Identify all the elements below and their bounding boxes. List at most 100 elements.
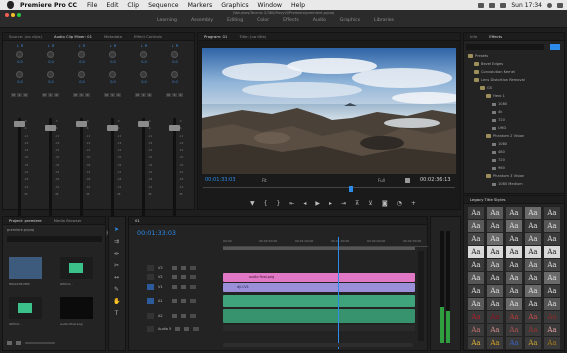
title-style-swatch[interactable]: Aa bbox=[525, 298, 541, 310]
solo-button[interactable]: S bbox=[172, 93, 177, 97]
project-thumbnail-black[interactable] bbox=[60, 297, 93, 319]
sync-lock-icon[interactable] bbox=[181, 314, 186, 318]
timeline-clip-video[interactable]: dji.CV1 bbox=[223, 283, 415, 292]
volume-value[interactable]: 0.0 bbox=[69, 80, 95, 84]
eye-icon[interactable] bbox=[190, 285, 196, 289]
workspace-color[interactable]: Color bbox=[250, 18, 276, 28]
go-to-in-icon[interactable]: ⇤ bbox=[289, 200, 294, 207]
program-scrub-bar[interactable] bbox=[203, 187, 455, 191]
record-button[interactable]: R bbox=[147, 93, 152, 97]
ripple-edit-tool-icon[interactable]: ⟛ bbox=[113, 250, 120, 257]
title-style-swatch[interactable]: Aa bbox=[487, 285, 503, 297]
title-style-swatch[interactable]: Aa bbox=[525, 246, 541, 258]
mute-button[interactable]: M bbox=[11, 93, 16, 97]
title-style-swatch[interactable]: Aa bbox=[468, 259, 484, 271]
effects-preset-item[interactable]: 720 bbox=[492, 158, 505, 162]
eye-icon[interactable] bbox=[193, 327, 200, 331]
workspace-assembly[interactable]: Assembly bbox=[184, 18, 220, 28]
title-style-swatch[interactable]: Aa bbox=[506, 220, 522, 232]
pan-knob[interactable] bbox=[47, 51, 54, 58]
title-style-swatch[interactable]: Aa bbox=[468, 233, 484, 245]
mute-button[interactable]: M bbox=[42, 93, 47, 97]
pan-value[interactable]: 0.0 bbox=[38, 60, 64, 64]
volume-value[interactable]: 0.0 bbox=[131, 80, 157, 84]
vr-icon[interactable]: ◔ bbox=[397, 200, 402, 207]
sync-lock-icon[interactable] bbox=[181, 299, 186, 303]
project-search-input[interactable] bbox=[7, 236, 102, 242]
timeline-clip-audio-1[interactable] bbox=[223, 295, 415, 307]
record-button[interactable]: R bbox=[54, 93, 59, 97]
title-style-swatch[interactable]: Aa bbox=[487, 337, 503, 349]
title-style-swatch[interactable]: Aa bbox=[544, 285, 560, 297]
pan-knob[interactable] bbox=[140, 51, 147, 58]
pan-knob[interactable] bbox=[78, 51, 85, 58]
menu-markers[interactable]: Markers bbox=[188, 2, 213, 9]
record-button[interactable]: R bbox=[116, 93, 121, 97]
title-style-swatch[interactable]: Aa bbox=[544, 337, 560, 349]
zoom-slider[interactable] bbox=[25, 342, 55, 344]
menu-sequence[interactable]: Sequence bbox=[148, 2, 179, 9]
workspace-learning[interactable]: Learning bbox=[150, 18, 184, 28]
mute-button[interactable]: M bbox=[104, 93, 109, 97]
effects-folder[interactable]: Presets bbox=[468, 54, 488, 58]
menu-window[interactable]: Window bbox=[258, 2, 282, 9]
effects-search-input[interactable] bbox=[466, 44, 544, 50]
title-style-swatch[interactable]: Aa bbox=[525, 220, 541, 232]
title-style-swatch[interactable]: Aa bbox=[544, 220, 560, 232]
lock-icon[interactable] bbox=[175, 327, 181, 331]
solo-button[interactable]: S bbox=[110, 93, 115, 97]
sync-lock-icon[interactable] bbox=[181, 285, 186, 289]
tab-audio-clip-mixer[interactable]: Audio Clip Mixer: 01 bbox=[48, 34, 98, 39]
menu-help[interactable]: Help bbox=[291, 2, 305, 9]
sync-lock-icon[interactable] bbox=[184, 327, 190, 331]
tab-program[interactable]: Program: 01 bbox=[198, 34, 233, 39]
title-style-swatch[interactable]: Aa bbox=[544, 298, 560, 310]
title-style-swatch[interactable]: Aa bbox=[525, 272, 541, 284]
menu-edit[interactable]: Edit bbox=[106, 2, 118, 9]
tab-metadata[interactable]: Metadata bbox=[98, 34, 128, 39]
new-bin-icon[interactable] bbox=[550, 44, 560, 50]
tab-info[interactable]: Info bbox=[464, 34, 483, 39]
title-style-swatch[interactable]: Aa bbox=[506, 337, 522, 349]
project-thumbnail[interactable] bbox=[9, 257, 42, 279]
fit-select[interactable]: Fit bbox=[262, 178, 267, 183]
pan-knob[interactable] bbox=[109, 51, 116, 58]
title-style-swatch[interactable]: Aa bbox=[506, 233, 522, 245]
lock-icon[interactable] bbox=[172, 314, 177, 318]
mute-button[interactable]: M bbox=[166, 93, 171, 97]
title-style-swatch[interactable]: Aa bbox=[487, 298, 503, 310]
title-style-swatch[interactable]: Aa bbox=[487, 233, 503, 245]
title-style-swatch[interactable]: Aa bbox=[525, 285, 541, 297]
effects-preset-item[interactable]: UHD bbox=[492, 126, 506, 130]
title-style-swatch[interactable]: Aa bbox=[506, 298, 522, 310]
volume-knob[interactable] bbox=[47, 71, 54, 78]
menu-clip[interactable]: Clip bbox=[127, 2, 139, 9]
track-target-toggle[interactable] bbox=[147, 326, 154, 332]
volume-value[interactable]: 0.0 bbox=[38, 80, 64, 84]
track-target-toggle[interactable] bbox=[147, 313, 154, 319]
pan-value[interactable]: 0.0 bbox=[69, 60, 95, 64]
icon-view-icon[interactable] bbox=[16, 341, 21, 345]
timeline-playhead[interactable] bbox=[338, 237, 340, 349]
effects-folder[interactable]: Phantom 3 Vision bbox=[486, 174, 524, 178]
volume-knob[interactable] bbox=[109, 71, 116, 78]
lock-icon[interactable] bbox=[172, 266, 177, 270]
timeline-ruler[interactable] bbox=[223, 233, 428, 247]
tab-legacy-title-styles[interactable]: Legacy Title Styles bbox=[464, 197, 512, 202]
out-point-icon[interactable]: } bbox=[276, 200, 280, 207]
program-playhead[interactable] bbox=[349, 186, 353, 192]
title-style-swatch[interactable]: Aa bbox=[506, 272, 522, 284]
track-select-tool-icon[interactable]: ⇉ bbox=[113, 238, 120, 245]
track-header[interactable]: V2 bbox=[129, 273, 224, 281]
track-header[interactable]: A1 bbox=[129, 297, 224, 305]
track-header[interactable]: V3 bbox=[129, 264, 224, 272]
sync-lock-icon[interactable] bbox=[181, 266, 186, 270]
title-style-swatch[interactable]: Aa bbox=[487, 259, 503, 271]
title-style-swatch[interactable]: Aa bbox=[468, 246, 484, 258]
title-style-swatch[interactable]: Aa bbox=[544, 233, 560, 245]
title-style-swatch[interactable]: Aa bbox=[487, 272, 503, 284]
title-style-swatch[interactable]: Aa bbox=[525, 311, 541, 323]
selection-tool-icon[interactable]: ➤ bbox=[113, 226, 120, 233]
title-style-swatch[interactable]: Aa bbox=[525, 207, 541, 219]
record-button[interactable]: R bbox=[23, 93, 28, 97]
